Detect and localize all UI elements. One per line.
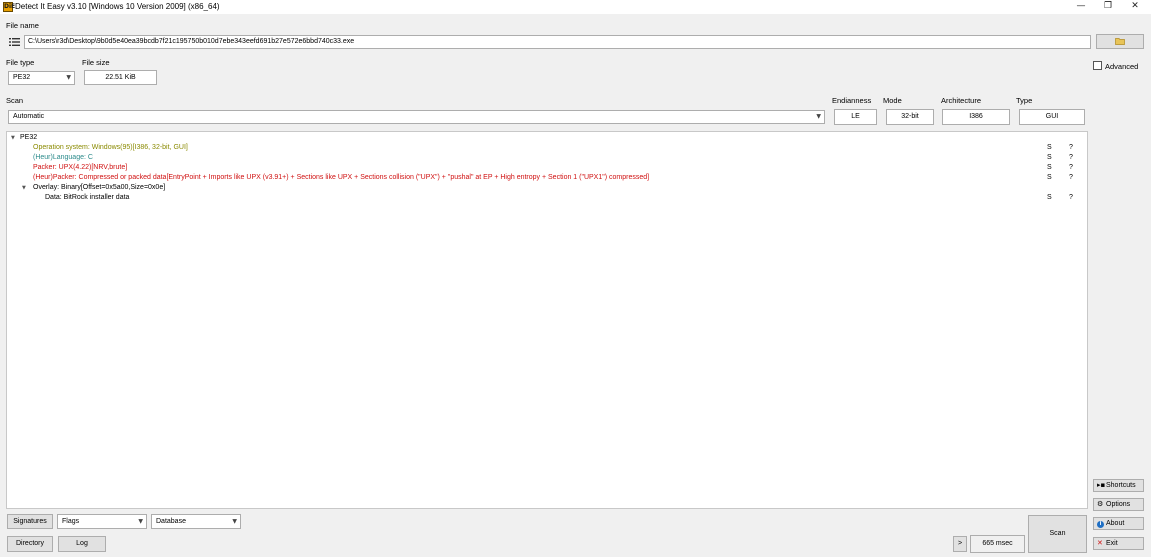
folder-icon [1115,38,1125,46]
chevron-down-icon: ▼ [138,518,143,525]
result-row[interactable]: Data: BitRock installer data S ? [7,193,1087,203]
info-button[interactable]: ? [1069,153,1073,163]
signature-button[interactable]: S [1047,173,1052,183]
scan-time-field: 665 msec [970,535,1025,553]
result-row[interactable]: Operation system: Windows(95)[I386, 32-b… [7,143,1087,153]
app-logo-icon: DiE [3,2,16,12]
signatures-button[interactable]: Signatures [7,514,53,529]
tree-root-label: PE32 [20,134,38,141]
file-size-field: 22.51 KiB [84,70,157,85]
result-text: Operation system: Windows(95)[I386, 32-b… [33,144,188,151]
result-row[interactable]: (Heur)Packer: Compressed or packed data[… [7,173,1087,183]
endianness-field: LE [834,109,877,125]
tree-root-row[interactable]: ▼ PE32 [7,133,1087,143]
file-type-label: File type [6,58,35,67]
info-icon: i [1097,518,1106,529]
chevron-down-icon: ▼ [232,518,237,525]
file-type-value: PE32 [13,74,31,81]
scan-mode-select[interactable]: Automatic ▼ [8,110,825,124]
info-button[interactable]: ? [1069,173,1073,183]
flags-select[interactable]: Flags ▼ [57,514,147,529]
signature-button[interactable]: S [1047,143,1052,153]
chevron-down-icon: ▼ [66,74,71,81]
options-button[interactable]: ⚙ Options [1093,498,1144,511]
advanced-label: Advanced [1105,62,1139,71]
expand-arrow-icon[interactable]: ▼ [22,183,26,193]
about-label: About [1106,520,1125,527]
type-label: Type [1016,96,1033,105]
endianness-label: Endianness [832,96,872,105]
maximize-button[interactable]: ❐ [1093,0,1123,14]
overlay-label: Overlay: Binary[Offset=0x5a00,Size=0x0e] [33,184,166,191]
chevron-down-icon: ▼ [816,113,821,120]
results-tree[interactable]: ▼ PE32 Operation system: Windows(95)[I38… [6,131,1088,509]
mode-field: 32-bit [886,109,934,125]
file-type-select[interactable]: PE32 ▼ [8,71,75,85]
advanced-checkbox[interactable] [1093,61,1102,70]
more-button[interactable]: > [953,536,967,552]
database-value: Database [156,518,186,525]
result-text: Data: BitRock installer data [45,194,130,201]
architecture-label: Architecture [941,96,982,105]
signature-button[interactable]: S [1047,163,1052,173]
type-field: GUI [1019,109,1085,125]
signature-button[interactable]: S [1047,153,1052,163]
window-title: Detect It Easy v3.10 [Windows 10 Version… [15,2,220,11]
shortcuts-label: Shortcuts [1106,482,1136,489]
directory-button[interactable]: Directory [7,536,53,552]
result-text: (Heur)Packer: Compressed or packed data[… [33,174,650,181]
result-row[interactable]: Packer: UPX(4.22)[NRV,brute] S ? [7,163,1087,173]
exit-button[interactable]: ✕ Exit [1093,537,1144,550]
file-size-label: File size [82,58,110,67]
file-path-input[interactable]: C:\Users\r3d\Desktop\9b0d5e40ea39bcdb7f2… [24,35,1091,49]
about-button[interactable]: i About [1093,517,1144,530]
options-label: Options [1106,501,1131,508]
shortcuts-button[interactable]: ▸▪Shortcuts [1093,479,1144,492]
result-text: Packer: UPX(4.22)[NRV,brute] [33,164,128,171]
scan-button[interactable]: Scan [1028,515,1087,553]
title-bar: DiE Detect It Easy v3.10 [Windows 10 Ver… [0,0,1151,14]
architecture-field: I386 [942,109,1010,125]
gear-icon: ⚙ [1097,500,1104,508]
keyboard-icon: ▸▪ [1097,481,1106,489]
minimize-button[interactable]: — [1066,0,1096,14]
mode-label: Mode [883,96,902,105]
overlay-row[interactable]: ▼ Overlay: Binary[Offset=0x5a00,Size=0x0… [7,183,1087,193]
info-button[interactable]: ? [1069,163,1073,173]
menu-icon[interactable] [8,36,21,48]
result-row[interactable]: (Heur)Language: C S ? [7,153,1087,163]
expand-arrow-icon[interactable]: ▼ [11,133,15,143]
scan-label: Scan [6,96,24,105]
scan-mode-value: Automatic [13,113,45,120]
log-button[interactable]: Log [58,536,106,552]
close-icon: ✕ [1097,539,1103,547]
close-button[interactable]: ✕ [1120,0,1150,14]
signature-button[interactable]: S [1047,193,1052,203]
exit-label: Exit [1106,540,1118,547]
browse-button[interactable] [1096,34,1144,49]
flags-value: Flags [62,518,80,525]
result-text: (Heur)Language: C [33,154,93,161]
info-button[interactable]: ? [1069,193,1073,203]
file-name-label: File name [6,21,39,30]
info-button[interactable]: ? [1069,143,1073,153]
database-select[interactable]: Database ▼ [151,514,241,529]
